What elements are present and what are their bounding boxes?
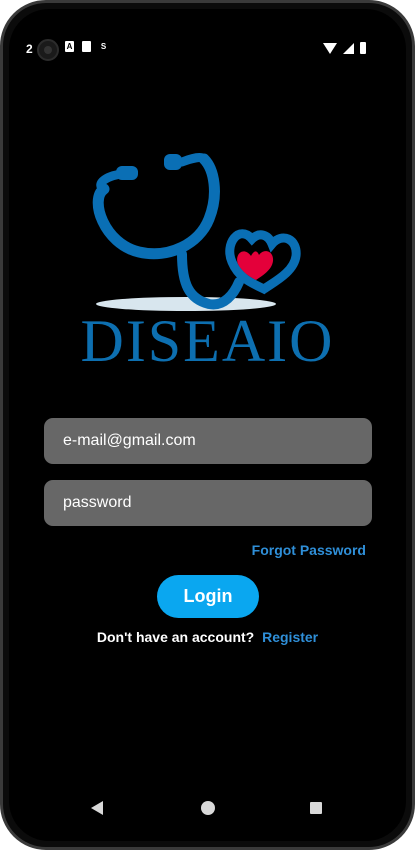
- status-bar: 2 A S: [9, 37, 406, 61]
- sd-card-icon: [82, 41, 91, 52]
- system-icons: [323, 42, 366, 54]
- front-camera: [37, 39, 59, 61]
- forgot-password-link[interactable]: Forgot Password: [252, 542, 366, 558]
- signal-icon: [343, 42, 354, 54]
- login-button[interactable]: Login: [157, 575, 259, 618]
- battery-icon: [360, 42, 366, 54]
- email-field[interactable]: [44, 418, 372, 464]
- password-field[interactable]: [44, 480, 372, 526]
- system-nav-bar: [9, 797, 406, 821]
- wifi-icon: [323, 42, 337, 54]
- status-time: 2: [26, 42, 33, 56]
- notification-icons: A S: [65, 41, 108, 52]
- brand-name: DISEAIO: [80, 308, 335, 374]
- register-prompt: Don't have an account? Register: [9, 629, 406, 645]
- app-screen: 2 A S DISEAIO e-mail@gmail.com Forgot Pa…: [9, 9, 406, 841]
- device-frame: 2 A S DISEAIO e-mail@gmail.com Forgot Pa…: [0, 0, 415, 850]
- s-icon: S: [100, 42, 107, 51]
- no-account-text: Don't have an account?: [96, 629, 255, 645]
- register-link[interactable]: Register: [262, 629, 318, 645]
- home-icon[interactable]: [201, 801, 215, 815]
- recents-icon[interactable]: [310, 802, 322, 814]
- a-icon: A: [65, 41, 74, 52]
- back-icon[interactable]: [91, 801, 103, 815]
